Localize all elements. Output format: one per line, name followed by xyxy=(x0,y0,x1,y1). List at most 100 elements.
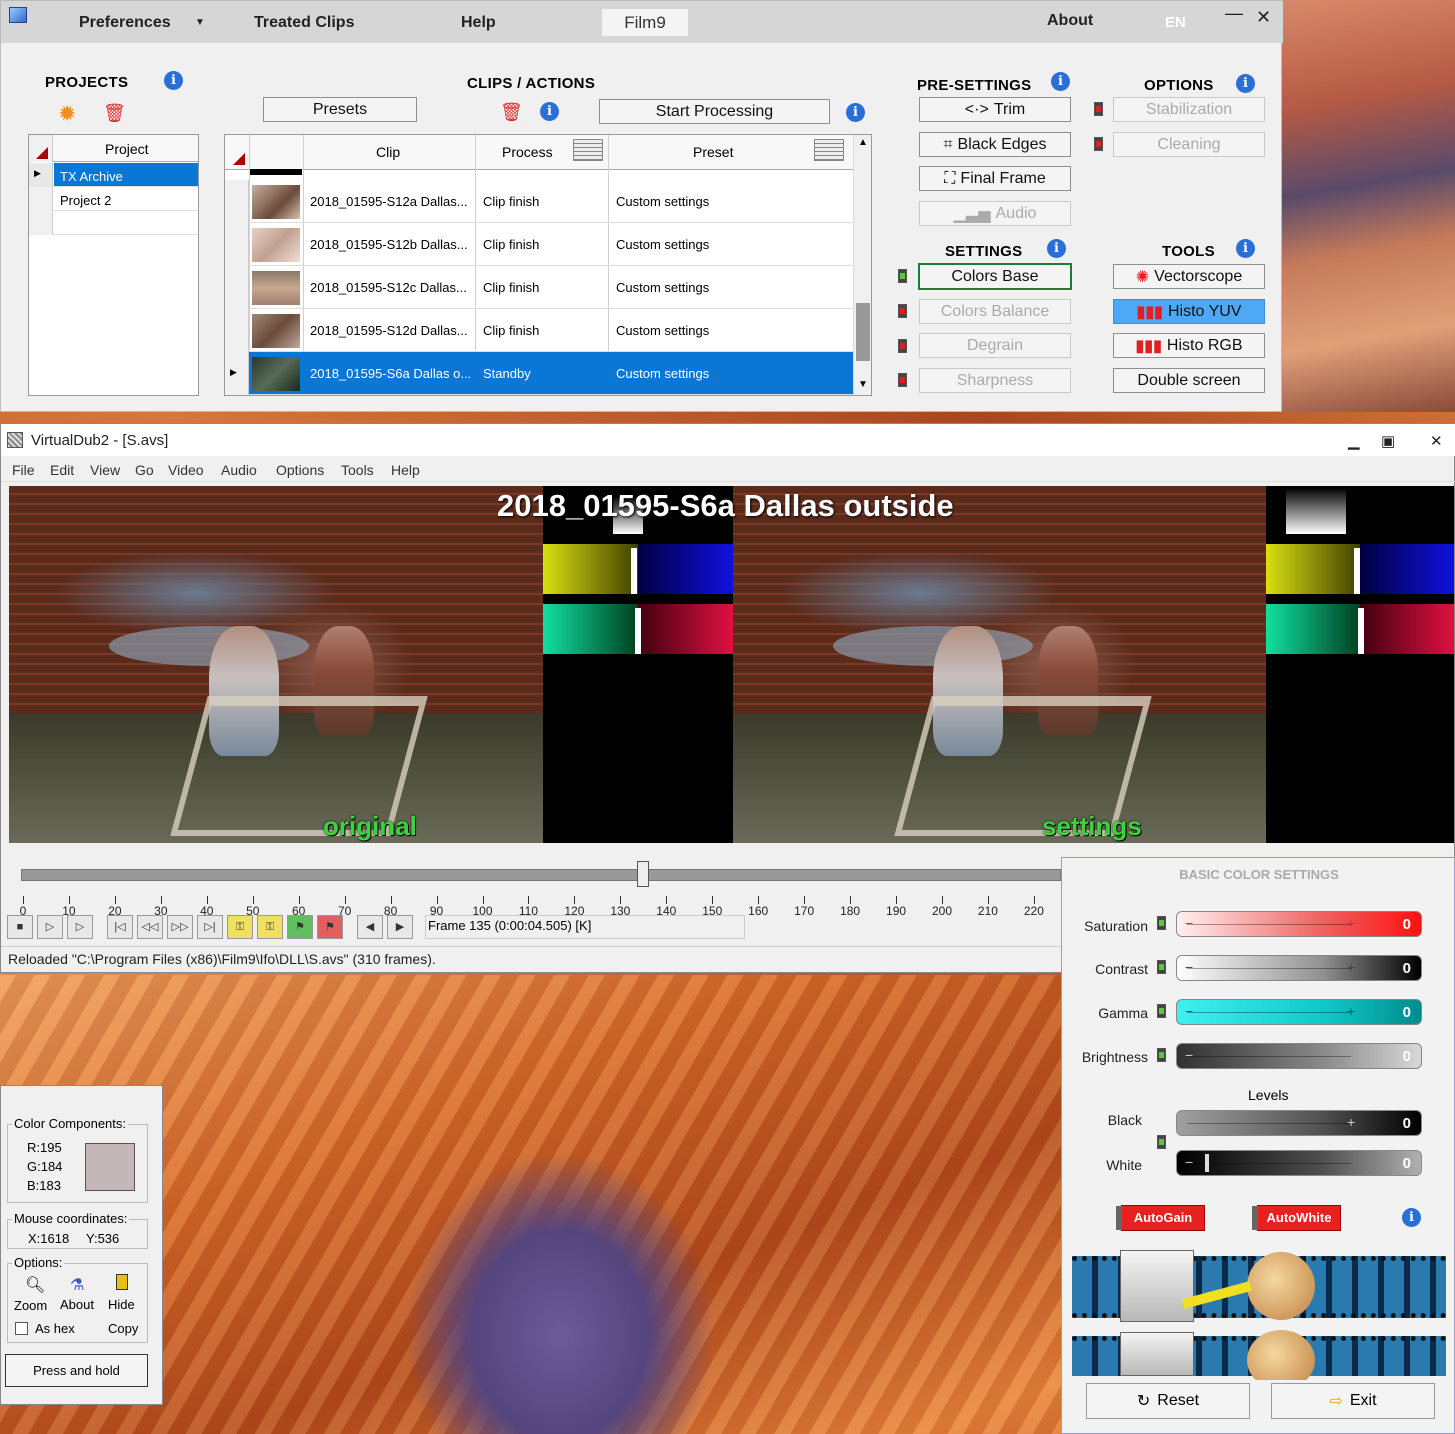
gear-icon[interactable]: ✹ xyxy=(58,101,76,127)
menu-edit[interactable]: Edit xyxy=(50,462,74,478)
virtualdub-app-icon[interactable] xyxy=(7,432,23,448)
play-output-button[interactable]: ▷ xyxy=(67,915,93,939)
reset-button[interactable]: ↻ Reset xyxy=(1086,1383,1250,1419)
menu-view[interactable]: View xyxy=(90,462,120,478)
film9-app-icon[interactable] xyxy=(9,7,27,23)
options-info-icon[interactable]: i xyxy=(1236,74,1255,93)
mark-out-button[interactable]: ▶ xyxy=(387,915,413,939)
brightness-slider[interactable]: − 0 xyxy=(1176,1043,1422,1069)
histo-yuv-button[interactable]: ▮▮▮ Histo YUV xyxy=(1113,299,1265,324)
double-screen-button[interactable]: Double screen xyxy=(1113,368,1265,393)
tools-info-icon[interactable]: i xyxy=(1236,239,1255,258)
audio-button[interactable]: ▁▃▅ Audio xyxy=(919,201,1071,226)
stabilization-button[interactable]: Stabilization xyxy=(1113,97,1265,122)
start-processing-button[interactable]: Start Processing xyxy=(599,99,830,124)
play-input-button[interactable]: ▷ xyxy=(37,915,63,939)
go-start-button[interactable]: |◁ xyxy=(107,915,133,939)
gamma-slider[interactable]: − + 0 xyxy=(1176,999,1422,1025)
hide-icon[interactable] xyxy=(116,1274,128,1290)
autogain-button[interactable]: AutoGain xyxy=(1116,1205,1205,1231)
menu-tools[interactable]: Tools xyxy=(341,462,374,478)
language-selector[interactable]: EN xyxy=(1165,14,1186,31)
minimize-button[interactable]: — xyxy=(1225,3,1243,24)
saturation-slider[interactable]: − + 0 xyxy=(1176,911,1422,937)
colors-base-button[interactable]: Colors Base xyxy=(918,263,1072,290)
go-end-button[interactable]: ▷| xyxy=(197,915,223,939)
clips-scrollbar[interactable]: ▲ ▼ xyxy=(853,135,871,395)
clip-row[interactable]: 2018_01595-S12c Dallas... Clip finish Cu… xyxy=(225,266,853,309)
trash-icon[interactable]: 🗑 xyxy=(103,103,126,123)
prev-key-button[interactable]: ⚿ xyxy=(227,915,253,939)
scroll-up-icon[interactable]: ▲ xyxy=(858,137,868,148)
menu-help[interactable]: Help xyxy=(391,462,420,478)
trim-button[interactable]: <·> Trim xyxy=(919,97,1071,122)
film9-tab[interactable]: Film9 xyxy=(602,9,688,36)
project-column-header[interactable]: Project xyxy=(105,141,149,157)
project-row[interactable]: Project 2 xyxy=(54,187,198,211)
menu-go[interactable]: Go xyxy=(135,462,154,478)
scroll-down-icon[interactable]: ▼ xyxy=(858,379,868,390)
white-level-slider[interactable]: − 0 xyxy=(1176,1150,1422,1176)
menu-preferences[interactable]: Preferences xyxy=(79,14,171,32)
zoom-label[interactable]: Zoom xyxy=(14,1298,47,1313)
presettings-info-icon[interactable]: i xyxy=(1051,72,1070,91)
clip-row[interactable]: 2018_01595-S12a Dallas... Clip finish Cu… xyxy=(225,180,853,223)
degrain-button[interactable]: Degrain xyxy=(919,333,1071,358)
menu-file[interactable]: File xyxy=(12,462,35,478)
preset-column-header[interactable]: Preset xyxy=(693,144,733,160)
trash-icon[interactable]: 🗑 xyxy=(500,102,523,122)
final-frame-button[interactable]: ⛶ Final Frame xyxy=(919,166,1071,191)
flask-icon[interactable]: ⚗ xyxy=(70,1275,84,1295)
menu-about[interactable]: About xyxy=(1047,12,1093,30)
about-label[interactable]: About xyxy=(60,1297,94,1312)
basic-info-icon[interactable]: i xyxy=(1402,1208,1421,1227)
stop-button[interactable]: ■ xyxy=(7,915,33,939)
next-scene-button[interactable]: ⚑ xyxy=(317,915,343,939)
hide-label[interactable]: Hide xyxy=(108,1297,135,1312)
chevron-down-icon[interactable]: ▼ xyxy=(195,17,205,28)
vectorscope-button[interactable]: ✺ Vectorscope xyxy=(1113,264,1265,289)
cleaning-button[interactable]: Cleaning xyxy=(1113,132,1265,157)
timeline-track[interactable] xyxy=(21,869,1061,881)
sort-corner-icon[interactable] xyxy=(36,147,48,159)
menu-help[interactable]: Help xyxy=(461,14,496,32)
clips-info-icon[interactable]: i xyxy=(540,102,559,121)
next-key-button[interactable]: ⚿ xyxy=(257,915,283,939)
project-row[interactable]: TX Archive xyxy=(54,163,198,187)
scrollbar-thumb[interactable] xyxy=(856,303,870,361)
mark-in-button[interactable]: ◀ xyxy=(357,915,383,939)
close-button[interactable]: ✕ xyxy=(1430,432,1443,450)
presets-button[interactable]: Presets xyxy=(263,97,417,122)
black-edges-button[interactable]: ⌗ Black Edges xyxy=(919,132,1071,157)
menu-options[interactable]: Options xyxy=(276,462,324,478)
sort-corner-icon[interactable] xyxy=(233,153,245,165)
prev-frame-button[interactable]: ◁◁ xyxy=(137,915,163,939)
maximize-button[interactable]: ▣ xyxy=(1381,432,1395,450)
exit-button[interactable]: ⇨ Exit xyxy=(1271,1383,1435,1419)
menu-audio[interactable]: Audio xyxy=(221,462,257,478)
column-menu-icon[interactable] xyxy=(814,139,844,161)
clip-row[interactable]: 2018_01595-S12d Dallas... Clip finish Cu… xyxy=(225,309,853,352)
clip-row[interactable]: 2018_01595-S12b Dallas... Clip finish Cu… xyxy=(225,223,853,266)
colors-balance-button[interactable]: Colors Balance xyxy=(919,299,1071,324)
project-row-empty[interactable] xyxy=(54,211,198,235)
minimize-button[interactable]: ▁ xyxy=(1348,432,1360,450)
clip-column-header[interactable]: Clip xyxy=(376,144,400,160)
start-info-icon[interactable]: i xyxy=(846,103,865,122)
as-hex-checkbox[interactable] xyxy=(15,1322,28,1335)
press-and-hold-button[interactable]: Press and hold xyxy=(5,1354,148,1387)
copy-button[interactable]: Copy xyxy=(108,1321,138,1336)
next-frame-button[interactable]: ▷▷ xyxy=(167,915,193,939)
contrast-slider[interactable]: − + 0 xyxy=(1176,955,1422,981)
settings-info-icon[interactable]: i xyxy=(1047,239,1066,258)
zoom-icon[interactable]: 🔍︎ xyxy=(25,1275,45,1295)
prev-scene-button[interactable]: ⚑ xyxy=(287,915,313,939)
menu-treated-clips[interactable]: Treated Clips xyxy=(254,14,354,32)
menu-video[interactable]: Video xyxy=(168,462,204,478)
sharpness-button[interactable]: Sharpness xyxy=(919,368,1071,393)
black-level-slider[interactable]: + 0 xyxy=(1176,1110,1422,1136)
clip-row-selected[interactable]: ▶ 2018_01595-S6a Dallas o... Standby Cus… xyxy=(225,352,853,395)
histo-rgb-button[interactable]: ▮▮▮ Histo RGB xyxy=(1113,333,1265,358)
autowhite-button[interactable]: AutoWhite xyxy=(1252,1205,1341,1231)
column-menu-icon[interactable] xyxy=(573,139,603,161)
